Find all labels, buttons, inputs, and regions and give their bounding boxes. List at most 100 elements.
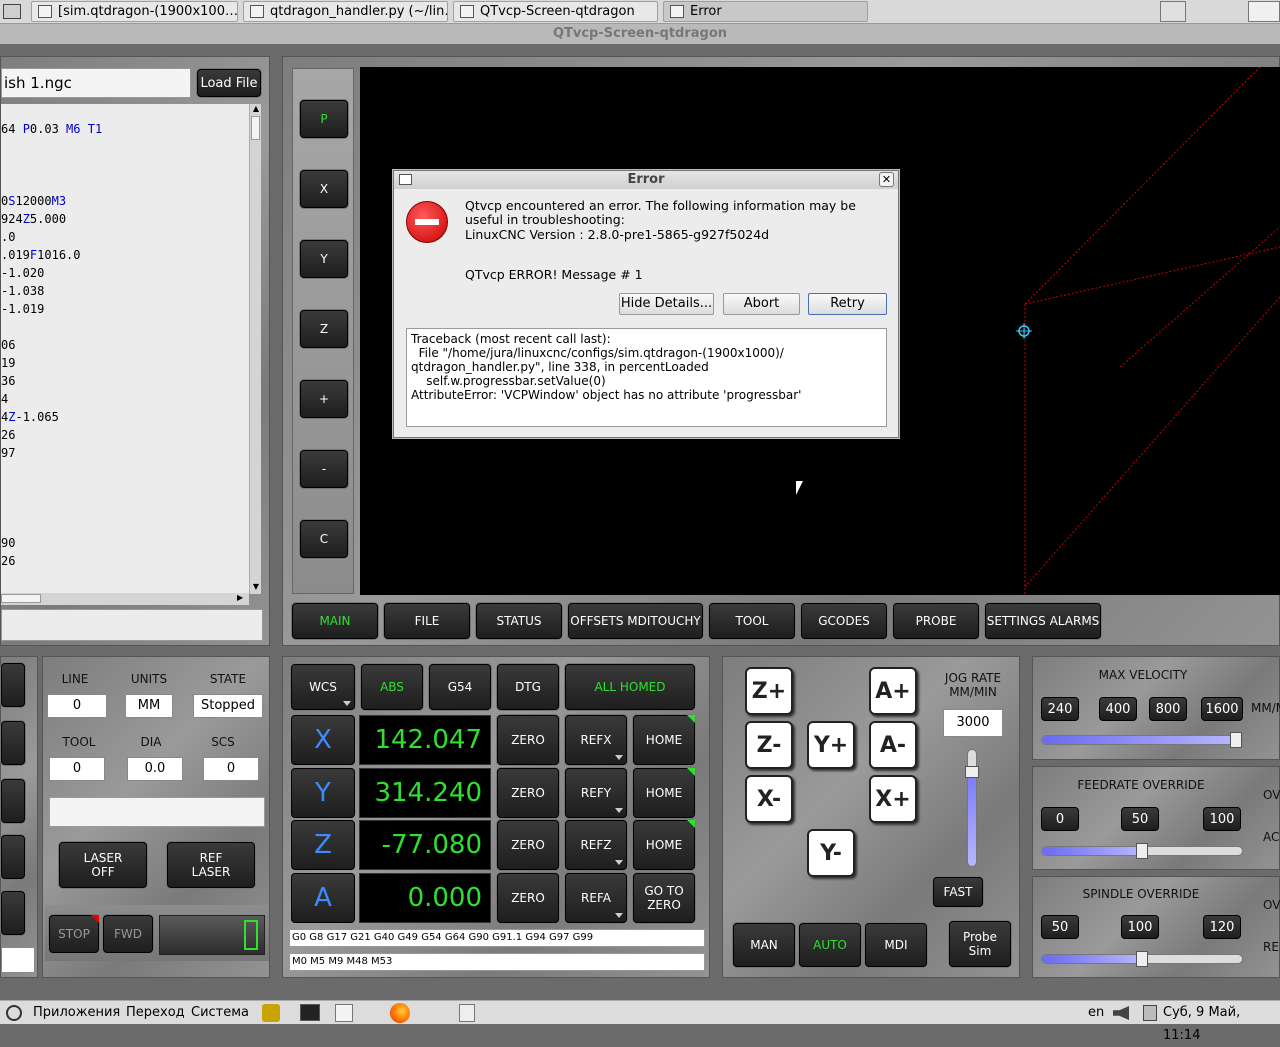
places-menu[interactable]: Переход	[126, 1001, 185, 1024]
system-menu[interactable]: Система	[191, 1001, 249, 1024]
max-velocity-800-button[interactable]: 800	[1149, 697, 1187, 721]
gcode-line[interactable]: 06	[1, 338, 15, 356]
axis-z-button[interactable]: Z	[291, 820, 355, 870]
fast-button[interactable]: FAST	[933, 877, 983, 907]
abort-button[interactable]: Abort	[723, 293, 800, 315]
jog-x-plus-button[interactable]: X+	[869, 775, 917, 823]
scroll-thumb[interactable]	[251, 116, 260, 140]
spindle-fwd-button[interactable]: FWD	[103, 915, 153, 953]
gcode-line[interactable]: 90	[1, 536, 15, 554]
tab-settings-alarms[interactable]: SETTINGS ALARMS	[985, 603, 1101, 639]
left-btn-5[interactable]	[1, 891, 25, 935]
gcode-vscroll[interactable]: ▲ ▼	[249, 104, 261, 594]
left-field[interactable]	[1, 947, 35, 973]
left-btn-2[interactable]	[1, 721, 25, 765]
jog-y-minus-button[interactable]: Y-	[807, 829, 855, 877]
feedrate-50-button[interactable]: 50	[1121, 807, 1159, 831]
close-icon[interactable]: ✕	[879, 172, 894, 187]
all-homed-button[interactable]: ALL HOMED	[565, 664, 695, 710]
zero-x-button[interactable]: ZERO	[497, 715, 559, 765]
tab-offsets-mditouchy[interactable]: OFFSETS MDITOUCHY	[568, 603, 703, 639]
dtg-button[interactable]: DTG	[497, 664, 559, 710]
gcode-line[interactable]: 36	[1, 374, 15, 392]
axis-x-button[interactable]: X	[291, 715, 355, 765]
home-y-button[interactable]: HOME	[633, 767, 695, 818]
workspace-switcher-2[interactable]	[1248, 1, 1280, 22]
taskbar-tab-file-manager[interactable]: [sim.qtdragon-(1900x100…	[31, 1, 238, 22]
axis-y-button[interactable]: Y	[291, 767, 355, 818]
left-btn-3[interactable]	[1, 779, 25, 823]
spindle-100-button[interactable]: 100	[1121, 915, 1159, 939]
mdi-mode-button[interactable]: MDI	[865, 923, 927, 967]
gcode-line[interactable]: 26	[1, 428, 15, 446]
tab-gcodes[interactable]: GCODES	[801, 603, 887, 639]
jog-z-minus-button[interactable]: Z-	[745, 721, 793, 769]
slider-knob[interactable]	[1136, 951, 1148, 967]
spindle-120-button[interactable]: 120	[1203, 915, 1241, 939]
traceback-text[interactable]: Traceback (most recent call last): File …	[406, 328, 887, 427]
g54-button[interactable]: G54	[429, 664, 491, 710]
view-button-3[interactable]: Z	[300, 310, 348, 348]
slider-knob[interactable]	[1136, 843, 1148, 859]
volume-icon[interactable]	[1113, 1006, 1129, 1020]
scroll-down-arrow[interactable]: ▼	[251, 582, 261, 592]
load-file-button[interactable]: Load File	[197, 69, 261, 97]
scroll-right-arrow[interactable]: ▶	[237, 593, 243, 602]
zero-a-button[interactable]: ZERO	[497, 872, 559, 923]
gcode-line[interactable]: .0	[1, 230, 15, 248]
hscroll-thumb[interactable]	[1, 594, 41, 603]
jog-rate-knob[interactable]	[965, 766, 979, 778]
view-button-1[interactable]: X	[300, 170, 348, 208]
home-z-button[interactable]: HOME	[633, 820, 695, 870]
view-button-4[interactable]: +	[300, 380, 348, 418]
spindle-slider[interactable]	[1041, 951, 1243, 967]
gcode-line[interactable]: 97	[1, 446, 15, 464]
mdi-line[interactable]	[1, 609, 263, 641]
max-velocity-400-button[interactable]: 400	[1099, 697, 1137, 721]
home-a-button[interactable]: GO TO ZERO	[633, 872, 695, 923]
left-btn-4[interactable]	[1, 835, 25, 879]
workspace-switcher[interactable]	[1160, 1, 1186, 22]
clock[interactable]: Суб, 9 Май, 11:14	[1163, 1001, 1280, 1047]
gcode-line[interactable]: -1.038	[1, 284, 44, 302]
taskbar-tab-editor[interactable]: qtdragon_handler.py (~/lin…	[243, 1, 448, 22]
scroll-up-arrow[interactable]: ▲	[251, 104, 261, 114]
firefox-icon[interactable]	[390, 1003, 410, 1023]
terminal-icon[interactable]	[300, 1004, 320, 1021]
gcode-hscroll[interactable]: ▶	[1, 593, 249, 605]
gcode-line[interactable]: 26	[1, 554, 15, 572]
gcode-line[interactable]: -1.020	[1, 266, 44, 284]
probe-sim-button[interactable]: Probe Sim	[949, 921, 1011, 967]
taskbar-tab-error[interactable]: Error	[663, 1, 868, 22]
jog-y-plus-button[interactable]: Y+	[807, 721, 855, 769]
text-editor-launcher-icon[interactable]	[335, 1004, 353, 1022]
hide-details-button[interactable]: Hide Details...	[619, 293, 714, 315]
feedrate-0-button[interactable]: 0	[1041, 807, 1079, 831]
max-velocity-slider[interactable]	[1041, 732, 1243, 748]
gcode-line[interactable]: 4Z-1.065	[1, 410, 59, 428]
taskbar-tab-qtvcp[interactable]: QTvcp-Screen-qtdragon	[453, 1, 658, 22]
jog-rate-field[interactable]: 3000	[943, 709, 1003, 737]
gcode-line[interactable]: 0S12000M3	[1, 194, 66, 212]
spindle-50-button[interactable]: 50	[1041, 915, 1079, 939]
feedrate-100-button[interactable]: 100	[1203, 807, 1241, 831]
gcode-line[interactable]: -1.019	[1, 302, 44, 320]
network-icon[interactable]	[1143, 1005, 1157, 1021]
gcode-view[interactable]: 64 P0.03 M6 T1 0S12000M3 924Z5.000.0.019F1…	[1, 104, 261, 594]
max-velocity-240-button[interactable]: 240	[1041, 697, 1079, 721]
tab-file[interactable]: FILE	[384, 603, 470, 639]
view-button-2[interactable]: Y	[300, 240, 348, 278]
view-button-5[interactable]: -	[300, 450, 348, 488]
auto-mode-button[interactable]: AUTO	[799, 923, 861, 967]
home-x-button[interactable]: HOME	[633, 715, 695, 765]
man-mode-button[interactable]: MAN	[733, 923, 795, 967]
view-button-6[interactable]: C	[300, 520, 348, 558]
tab-main[interactable]: MAIN	[292, 603, 378, 639]
jog-a-plus-button[interactable]: A+	[869, 667, 917, 715]
linuxcnc-launcher-icon[interactable]	[262, 1004, 280, 1022]
gcode-line[interactable]: 924Z5.000	[1, 212, 66, 230]
abs-button[interactable]: ABS	[361, 664, 423, 710]
axis-a-button[interactable]: A	[291, 872, 355, 923]
trash-icon[interactable]	[459, 1004, 475, 1022]
tab-status[interactable]: STATUS	[476, 603, 562, 639]
